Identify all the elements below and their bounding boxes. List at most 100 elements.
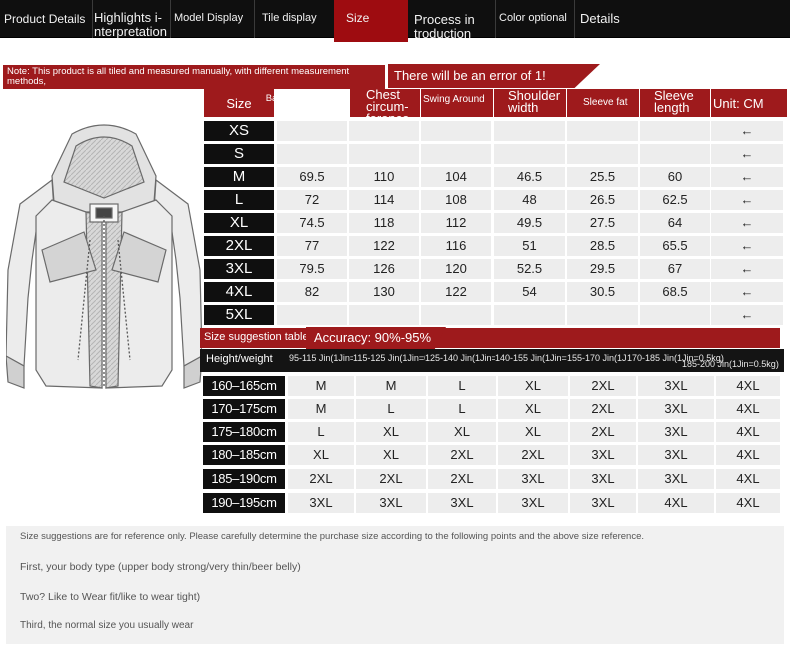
size-label: 2XL xyxy=(204,236,274,256)
height-label: 170–175cm xyxy=(203,399,285,419)
height-label: 175–180cm xyxy=(203,422,285,442)
size-cell: 64 xyxy=(640,213,710,233)
size-cell: 67 xyxy=(640,259,710,279)
size-cell: 27.5 xyxy=(567,213,638,233)
suggestion-cell: 3XL xyxy=(570,469,636,489)
suggestion-cell: XL xyxy=(498,422,568,442)
nav-tile-display[interactable]: Tile display xyxy=(262,0,332,38)
height-label: 185–190cm xyxy=(203,469,285,489)
suggestion-cell: M xyxy=(288,399,354,419)
size-cell: 25.5 xyxy=(567,167,638,187)
size-label: S xyxy=(204,144,274,164)
suggestion-cell: XL xyxy=(498,376,568,396)
size-cell: 46.5 xyxy=(494,167,565,187)
size-cell: 72 xyxy=(277,190,347,210)
size-cell: 54 xyxy=(494,282,565,302)
size-label: XS xyxy=(204,121,274,141)
suggestion-cell: 2XL xyxy=(498,445,568,465)
nav-product-details[interactable]: Product Details xyxy=(4,0,92,38)
size-cell: 79.5 xyxy=(277,259,347,279)
nav-process-introduction[interactable]: Process in troduction xyxy=(414,0,494,39)
nav-size[interactable]: Size xyxy=(334,0,408,42)
suggestion-cell: 3XL xyxy=(638,445,714,465)
size-cell: 60 xyxy=(640,167,710,187)
weight-header: 95-115 Jin(1Jin=0.5kg) xyxy=(289,353,353,363)
size-advice-panel: Size suggestions are for reference only.… xyxy=(6,526,784,644)
size-cell xyxy=(349,144,419,164)
size-label: 3XL xyxy=(204,259,274,279)
arrow-left-icon: ← xyxy=(711,236,783,256)
size-cell: 82 xyxy=(277,282,347,302)
size-cell xyxy=(567,121,638,141)
size-cell: 110 xyxy=(349,167,419,187)
size-cell: 120 xyxy=(421,259,491,279)
suggestion-cell: 2XL xyxy=(570,376,636,396)
arrow-left-icon: ← xyxy=(711,144,783,164)
arrow-left-icon: ← xyxy=(711,167,783,187)
suggestion-cell: 3XL xyxy=(638,376,714,396)
height-label: 190–195cm xyxy=(203,493,285,513)
size-cell: 62.5 xyxy=(640,190,710,210)
arrow-left-icon: ← xyxy=(711,305,783,325)
suggestion-cell: 3XL xyxy=(570,445,636,465)
size-cell: 49.5 xyxy=(494,213,565,233)
size-cell xyxy=(421,305,491,325)
weight-header: 185-200 Jin(1Jin=0.5kg) xyxy=(682,359,779,369)
size-cell: 104 xyxy=(421,167,491,187)
advice-point-3: Third, the normal size you usually wear xyxy=(20,620,194,631)
suggestion-cell: 3XL xyxy=(498,493,568,513)
suggestion-cell: 4XL xyxy=(716,493,780,513)
suggestion-cell: 3XL xyxy=(638,422,714,442)
size-cell: 112 xyxy=(421,213,491,233)
size-cell xyxy=(349,305,419,325)
size-cell: 30.5 xyxy=(567,282,638,302)
jacket-illustration xyxy=(6,124,202,389)
arrow-left-icon: ← xyxy=(711,190,783,210)
suggestion-cell: 3XL xyxy=(356,493,426,513)
weight-header: 115-125 Jin(1Jin=0.5kg) xyxy=(353,353,425,363)
suggestion-cell: 4XL xyxy=(716,445,780,465)
suggestion-cell: 3XL xyxy=(638,399,714,419)
suggestion-cell: 2XL xyxy=(570,399,636,419)
size-cell: 108 xyxy=(421,190,491,210)
suggestion-cell: 3XL xyxy=(570,493,636,513)
size-cell xyxy=(640,121,710,141)
header-chest: Chest circum-ference xyxy=(350,89,420,117)
error-banner: There will be an error of 1! xyxy=(388,64,600,88)
size-cell xyxy=(640,144,710,164)
header-unit: Unit: CM xyxy=(711,89,787,117)
suggestion-cell: L xyxy=(428,399,496,419)
weight-header: 125-140 Jin(1Jin=0.5kg) xyxy=(425,353,495,363)
suggestion-cell: XL xyxy=(356,422,426,442)
size-cell xyxy=(349,121,419,141)
header-shoulder: Shoulder width xyxy=(494,89,566,117)
size-cell: 130 xyxy=(349,282,419,302)
advice-point-1: First, your body type (upper body strong… xyxy=(20,561,301,573)
suggestion-cell: L xyxy=(356,399,426,419)
nav-details[interactable]: Details xyxy=(580,0,650,38)
size-cell: 29.5 xyxy=(567,259,638,279)
size-cell: 77 xyxy=(277,236,347,256)
size-cell: 122 xyxy=(349,236,419,256)
size-cell: 65.5 xyxy=(640,236,710,256)
suggestion-cell: XL xyxy=(356,445,426,465)
size-cell: 28.5 xyxy=(567,236,638,256)
weight-header: 155-170 Jin(1Jin=0.5kg) xyxy=(567,353,627,363)
suggestion-cell: 4XL xyxy=(716,376,780,396)
header-swing: Swing Around xyxy=(421,89,493,117)
nav-model-display[interactable]: Model Display xyxy=(174,0,252,38)
size-cell: 69.5 xyxy=(277,167,347,187)
size-cell: 48 xyxy=(494,190,565,210)
suggestion-cell: XL xyxy=(428,422,496,442)
size-cell xyxy=(494,144,565,164)
arrow-left-icon: ← xyxy=(711,213,783,233)
nav-color-optional[interactable]: Color optional xyxy=(499,0,571,38)
accuracy-banner: Accuracy: 90%-95% xyxy=(306,327,446,349)
height-label: 180–185cm xyxy=(203,445,285,465)
suggestion-cell: M xyxy=(288,376,354,396)
size-cell: 68.5 xyxy=(640,282,710,302)
size-label: XL xyxy=(204,213,274,233)
size-cell: 114 xyxy=(349,190,419,210)
size-cell xyxy=(277,121,347,141)
nav-highlights[interactable]: Highlights i-nterpretation xyxy=(94,0,168,39)
